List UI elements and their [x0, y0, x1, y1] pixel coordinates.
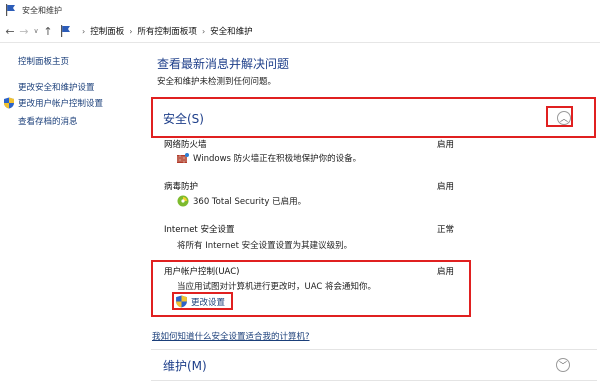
security-flag-icon: [61, 25, 70, 37]
back-button[interactable]: ←: [3, 23, 17, 39]
highlight-box-change-settings: [172, 292, 233, 310]
antivirus-360-icon: [177, 195, 189, 207]
page-title: 查看最新消息并解决问题: [157, 57, 290, 71]
breadcrumb-separator-icon: ›: [129, 26, 133, 36]
maintenance-section-header[interactable]: 维护(M) ﹀: [151, 350, 597, 380]
recent-locations-button[interactable]: ∨: [31, 23, 41, 39]
firewall-icon: [177, 153, 189, 163]
breadcrumb-security-maintenance[interactable]: 安全和维护: [210, 25, 253, 37]
up-button[interactable]: ↑: [41, 23, 55, 39]
main-content: 查看最新消息并解决问题 安全和维护未检测到任何问题。 安全(S) ︿ 网络防火墙…: [150, 43, 600, 385]
virus-protection-description: 360 Total Security 已启用。: [177, 195, 306, 207]
page-subtitle: 安全和维护未检测到任何问题。: [157, 77, 277, 87]
divider: [151, 380, 597, 381]
expand-chevron-down-icon[interactable]: ﹀: [556, 358, 570, 372]
security-flag-icon: [6, 4, 15, 16]
breadcrumb-separator-icon: ›: [82, 26, 86, 36]
virus-protection-title: 病毒防护: [164, 182, 199, 192]
highlight-box-security: [151, 97, 596, 138]
breadcrumb-all-items[interactable]: 所有控制面板项: [137, 25, 197, 37]
breadcrumb-control-panel[interactable]: 控制面板: [90, 25, 124, 37]
virus-protection-description-text: 360 Total Security 已启用。: [193, 197, 307, 207]
internet-security-description-text: 将所有 Internet 安全设置设置为其建议级别。: [177, 241, 353, 251]
sidebar-item-label: 更改用户帐户控制设置: [18, 99, 104, 109]
maintenance-section-label: 维护(M): [163, 358, 207, 373]
sidebar: 控制面板主页 更改安全和维护设置 更改用户帐户控制设置 查看存档的消息: [0, 43, 150, 385]
internet-security-description: 将所有 Internet 安全设置设置为其建议级别。: [177, 239, 352, 251]
sidebar-item-home[interactable]: 控制面板主页: [18, 55, 69, 67]
uac-shield-icon: [4, 97, 14, 109]
firewall-description-text: Windows 防火墙正在积极地保护你的设备。: [193, 154, 362, 164]
breadcrumb-separator-icon: ›: [201, 26, 206, 36]
firewall-description: Windows 防火墙正在积极地保护你的设备。: [177, 152, 361, 164]
sidebar-item-archived-messages[interactable]: 查看存档的消息: [18, 115, 78, 127]
firewall-status: 启用: [437, 140, 455, 150]
sidebar-item-uac-settings[interactable]: 更改用户帐户控制设置: [3, 97, 103, 109]
address-bar: ← → ∨ ↑ › 控制面板 › 所有控制面板项 › 安全和维护: [0, 20, 600, 42]
firewall-title: 网络防火墙: [164, 140, 207, 150]
virus-protection-status: 启用: [437, 182, 455, 192]
internet-security-title: Internet 安全设置: [164, 225, 235, 235]
title-bar: 安全和维护: [0, 0, 600, 20]
highlight-box-chevron: [546, 106, 573, 127]
window-title: 安全和维护: [22, 5, 62, 15]
sidebar-item-change-settings[interactable]: 更改安全和维护设置: [18, 81, 95, 93]
security-help-link[interactable]: 我如何知道什么安全设置适合我的计算机?: [152, 330, 310, 342]
internet-security-status: 正常: [437, 225, 455, 235]
forward-button[interactable]: →: [17, 23, 31, 39]
breadcrumb: › 控制面板 › 所有控制面板项 › 安全和维护: [77, 25, 253, 38]
